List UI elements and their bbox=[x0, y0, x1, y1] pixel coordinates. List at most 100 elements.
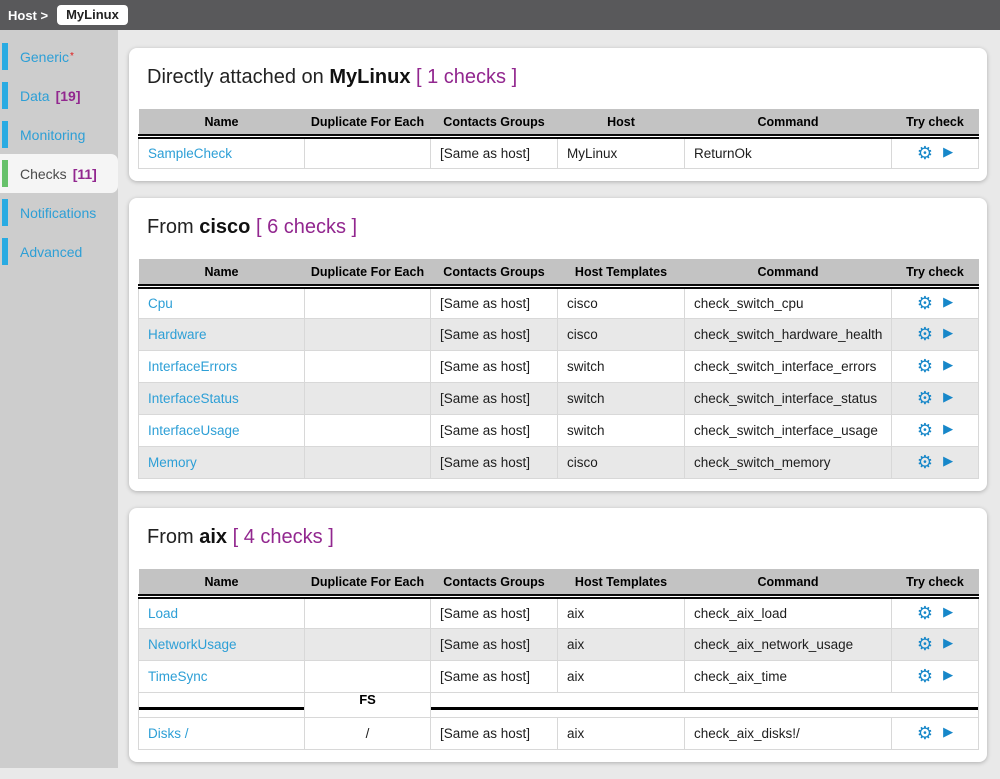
column-header: Host Templates bbox=[558, 569, 685, 597]
column-header: Try check bbox=[892, 109, 979, 137]
try-check-cell: ⚙▶ bbox=[892, 351, 979, 383]
sidebar-item-checks[interactable]: Checks [11] bbox=[0, 154, 118, 193]
host-cell: cisco bbox=[558, 287, 685, 319]
play-icon[interactable]: ▶ bbox=[943, 391, 953, 404]
contacts-groups-cell: [Same as host] bbox=[431, 661, 558, 693]
play-icon[interactable]: ▶ bbox=[943, 359, 953, 372]
check-name-link[interactable]: SampleCheck bbox=[148, 146, 232, 161]
contacts-groups-cell: [Same as host] bbox=[431, 287, 558, 319]
gear-icon[interactable]: ⚙ bbox=[917, 605, 933, 623]
gear-icon[interactable]: ⚙ bbox=[917, 145, 933, 163]
contacts-groups-cell: [Same as host] bbox=[431, 137, 558, 169]
host-pill[interactable]: MyLinux bbox=[57, 5, 128, 26]
column-header: Command bbox=[685, 109, 892, 137]
gear-icon[interactable]: ⚙ bbox=[917, 390, 933, 408]
table-row: NetworkUsage[Same as host]aixcheck_aix_n… bbox=[139, 629, 979, 661]
gear-icon[interactable]: ⚙ bbox=[917, 422, 933, 440]
play-icon[interactable]: ▶ bbox=[943, 669, 953, 682]
try-check-cell: ⚙▶ bbox=[892, 319, 979, 351]
name-cell: TimeSync bbox=[139, 661, 305, 693]
check-name-link[interactable]: InterfaceErrors bbox=[148, 359, 237, 374]
play-icon[interactable]: ▶ bbox=[943, 146, 953, 159]
sidebar-item-data[interactable]: Data[19] bbox=[0, 76, 118, 115]
name-cell: InterfaceUsage bbox=[139, 415, 305, 447]
contacts-groups-cell: [Same as host] bbox=[431, 383, 558, 415]
required-marker: * bbox=[70, 51, 74, 62]
check-name-link[interactable]: Memory bbox=[148, 455, 197, 470]
host-cell: aix bbox=[558, 597, 685, 629]
try-check-cell: ⚙▶ bbox=[892, 597, 979, 629]
sidebar-item-advanced[interactable]: Advanced bbox=[0, 232, 118, 271]
check-name-link[interactable]: NetworkUsage bbox=[148, 637, 237, 652]
host-cell: aix bbox=[558, 661, 685, 693]
check-name-link[interactable]: InterfaceStatus bbox=[148, 391, 239, 406]
duplicate-for-each-cell bbox=[305, 447, 431, 479]
count-badge: [11] bbox=[73, 166, 97, 182]
sidebar-item-monitoring[interactable]: Monitoring bbox=[0, 115, 118, 154]
name-cell: Cpu bbox=[139, 287, 305, 319]
section-checks-count: [ 6 checks ] bbox=[256, 216, 357, 238]
check-name-link[interactable]: Disks / bbox=[148, 726, 189, 741]
play-icon[interactable]: ▶ bbox=[943, 606, 953, 619]
gear-icon[interactable]: ⚙ bbox=[917, 358, 933, 376]
play-icon[interactable]: ▶ bbox=[943, 296, 953, 309]
sidebar-item-label: Checks bbox=[20, 166, 67, 182]
gear-icon[interactable]: ⚙ bbox=[917, 326, 933, 344]
host-cell: cisco bbox=[558, 319, 685, 351]
table-row: Hardware[Same as host]ciscocheck_switch_… bbox=[139, 319, 979, 351]
group-label: FS bbox=[305, 693, 431, 718]
section-title-prefix: Directly attached on bbox=[147, 66, 324, 88]
play-icon[interactable]: ▶ bbox=[943, 637, 953, 650]
try-check-cell: ⚙▶ bbox=[892, 629, 979, 661]
section-title-subject: MyLinux bbox=[329, 66, 410, 88]
section-title-subject: aix bbox=[199, 526, 227, 548]
count-badge: [19] bbox=[56, 88, 81, 104]
section-card-direct: Directly attached on MyLinux [ 1 checks … bbox=[129, 48, 987, 181]
try-check-cell: ⚙▶ bbox=[892, 661, 979, 693]
name-cell: Hardware bbox=[139, 319, 305, 351]
try-check-cell: ⚙▶ bbox=[892, 415, 979, 447]
section-title-prefix: From bbox=[147, 526, 194, 548]
name-cell: InterfaceStatus bbox=[139, 383, 305, 415]
checks-table: NameDuplicate For EachContacts GroupsHos… bbox=[138, 109, 979, 169]
check-name-link[interactable]: Cpu bbox=[148, 296, 173, 311]
table-row: Cpu[Same as host]ciscocheck_switch_cpu⚙▶ bbox=[139, 287, 979, 319]
gear-icon[interactable]: ⚙ bbox=[917, 668, 933, 686]
section-title: From cisco [ 6 checks ] bbox=[147, 216, 978, 239]
check-name-link[interactable]: Load bbox=[148, 606, 178, 621]
host-cell: aix bbox=[558, 718, 685, 750]
check-name-link[interactable]: InterfaceUsage bbox=[148, 423, 240, 438]
separator-line bbox=[139, 707, 304, 710]
gear-icon[interactable]: ⚙ bbox=[917, 454, 933, 472]
duplicate-for-each-cell bbox=[305, 351, 431, 383]
duplicate-for-each-cell bbox=[305, 661, 431, 693]
sidebar-item-generic[interactable]: Generic* bbox=[0, 37, 118, 76]
duplicate-for-each-cell bbox=[305, 383, 431, 415]
table-row: InterfaceStatus[Same as host]switchcheck… bbox=[139, 383, 979, 415]
column-header: Duplicate For Each bbox=[305, 259, 431, 287]
duplicate-for-each-cell bbox=[305, 629, 431, 661]
sidebar-item-label: Advanced bbox=[20, 244, 82, 260]
play-icon[interactable]: ▶ bbox=[943, 423, 953, 436]
check-name-link[interactable]: Hardware bbox=[148, 327, 207, 342]
column-header: Contacts Groups bbox=[431, 569, 558, 597]
gear-icon[interactable]: ⚙ bbox=[917, 636, 933, 654]
contacts-groups-cell: [Same as host] bbox=[431, 447, 558, 479]
section-title-prefix: From bbox=[147, 216, 194, 238]
column-header: Try check bbox=[892, 569, 979, 597]
contacts-groups-cell: [Same as host] bbox=[431, 718, 558, 750]
play-icon[interactable]: ▶ bbox=[943, 327, 953, 340]
breadcrumb: Host > bbox=[8, 8, 48, 23]
host-cell: switch bbox=[558, 351, 685, 383]
command-cell: ReturnOk bbox=[685, 137, 892, 169]
separator-line-cell bbox=[431, 693, 979, 718]
gear-icon[interactable]: ⚙ bbox=[917, 725, 933, 743]
sidebar-item-notifications[interactable]: Notifications bbox=[0, 193, 118, 232]
play-icon[interactable]: ▶ bbox=[943, 455, 953, 468]
play-icon[interactable]: ▶ bbox=[943, 726, 953, 739]
table-row: InterfaceUsage[Same as host]switchcheck_… bbox=[139, 415, 979, 447]
gear-icon[interactable]: ⚙ bbox=[917, 295, 933, 313]
check-name-link[interactable]: TimeSync bbox=[148, 669, 208, 684]
command-cell: check_switch_interface_errors bbox=[685, 351, 892, 383]
section-title: Directly attached on MyLinux [ 1 checks … bbox=[147, 66, 978, 89]
